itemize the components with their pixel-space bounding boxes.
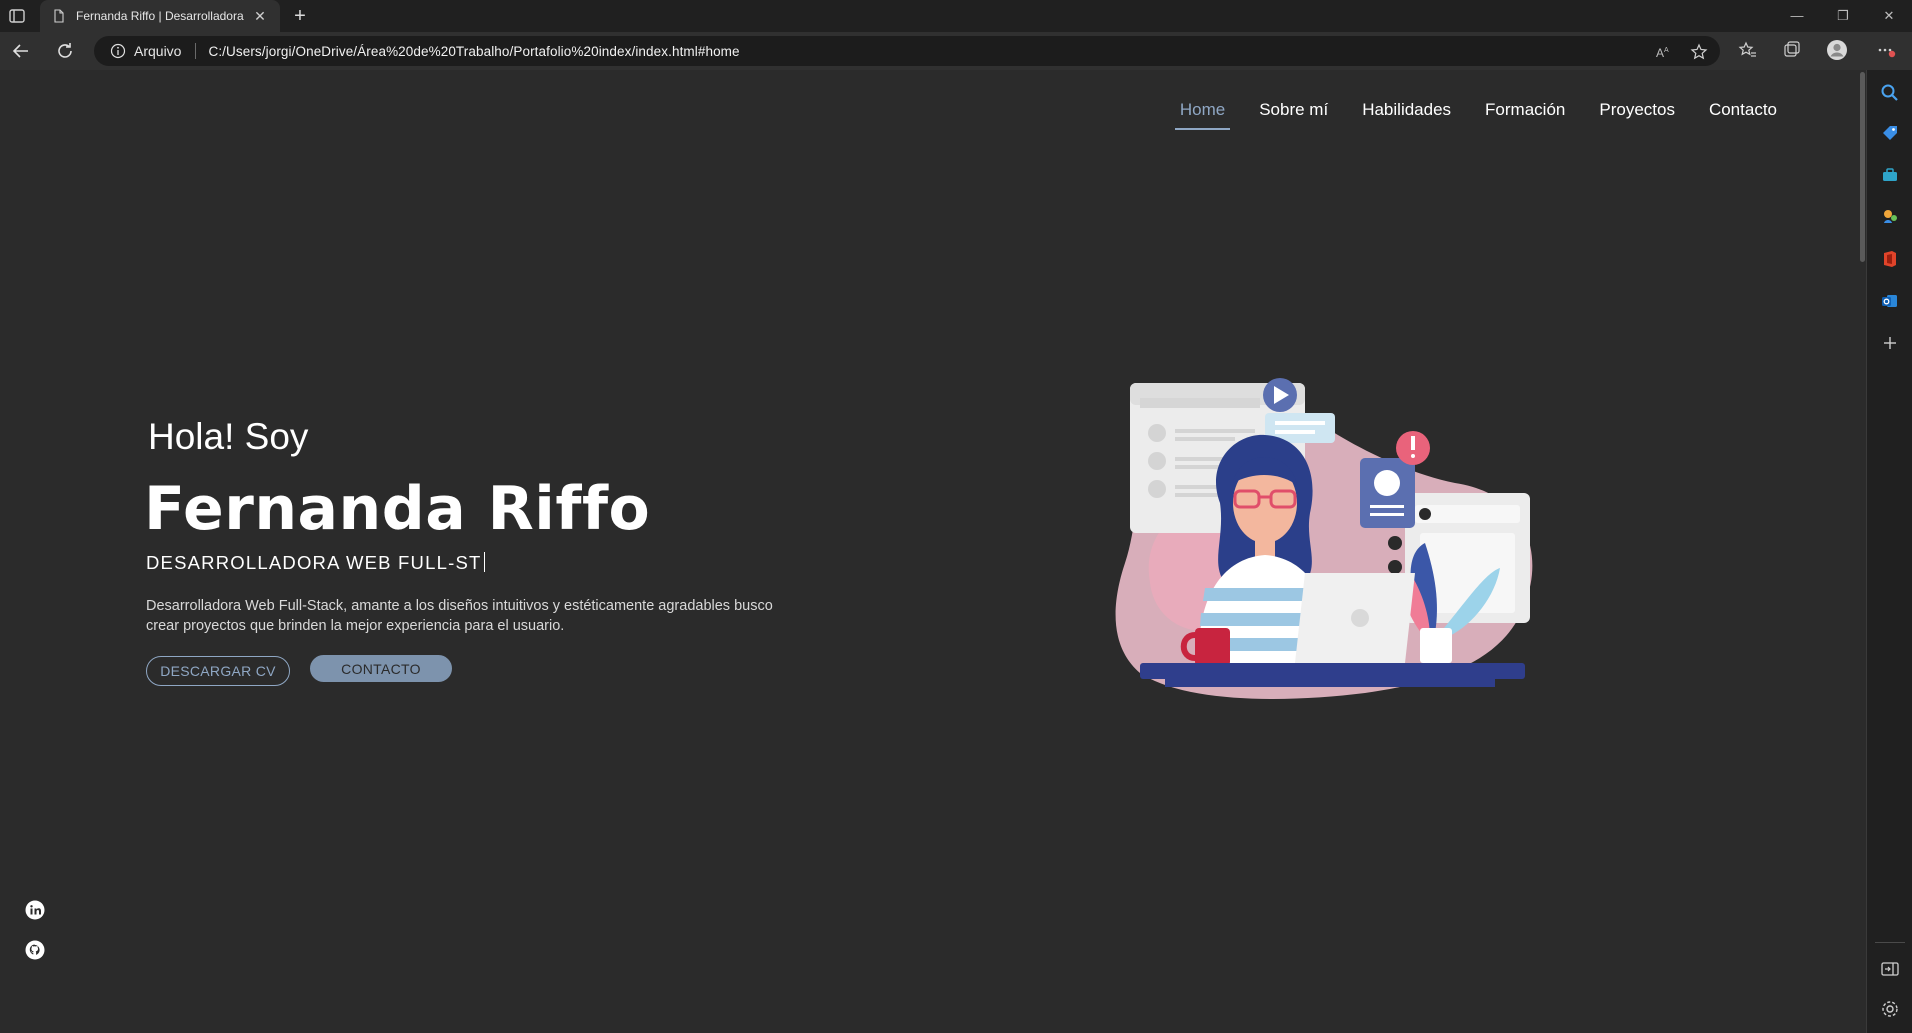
nav-contacto[interactable]: Contacto <box>1692 90 1794 130</box>
browser-sidebar <box>1866 70 1912 1033</box>
add-favorite-icon[interactable] <box>1690 43 1708 61</box>
collections-icon[interactable] <box>1782 40 1802 60</box>
divider <box>1875 942 1905 943</box>
nav-formacion[interactable]: Formación <box>1468 90 1582 130</box>
tools-icon[interactable] <box>1879 164 1901 186</box>
page-scrollbar[interactable] <box>1858 70 1866 1033</box>
outlook-icon[interactable] <box>1879 290 1901 312</box>
nav-sobre-mi[interactable]: Sobre mí <box>1242 90 1345 130</box>
more-options-icon[interactable] <box>1876 40 1896 60</box>
main-nav: Home Sobre mí Habilidades Formación Proy… <box>1163 90 1794 130</box>
scroll-thumb[interactable] <box>1860 72 1865 262</box>
window-close-button[interactable]: ✕ <box>1866 0 1912 32</box>
nav-home[interactable]: Home <box>1163 90 1242 130</box>
url-text[interactable]: C:/Users/jorgi/OneDrive/Área%20de%20Trab… <box>208 44 739 59</box>
hero-name: Fernanda Riffo <box>144 474 651 544</box>
settings-icon[interactable] <box>1879 998 1901 1020</box>
hero-description-line: Desarrolladora Web Full-Stack, amante a … <box>146 598 773 614</box>
contact-button[interactable]: CONTACTO <box>310 655 452 682</box>
address-bar[interactable]: Arquivo C:/Users/jorgi/OneDrive/Área%20d… <box>94 36 1720 66</box>
hero-role: DESARROLLADORA WEB FULL-ST <box>146 552 485 574</box>
add-icon[interactable] <box>1879 332 1901 354</box>
profile-avatar-icon[interactable] <box>1826 39 1848 61</box>
address-toolbar: Arquivo C:/Users/jorgi/OneDrive/Área%20d… <box>0 32 1912 70</box>
developer-illustration <box>1115 378 1533 699</box>
tab-bar: Fernanda Riffo | Desarrolladora Web ✕ + … <box>0 0 1912 32</box>
new-tab-button[interactable]: + <box>288 4 312 28</box>
linkedin-icon[interactable] <box>25 900 45 920</box>
back-icon[interactable] <box>10 40 32 62</box>
divider <box>195 43 197 59</box>
download-cv-button[interactable]: DESCARGAR CV <box>146 656 290 686</box>
nav-proyectos[interactable]: Proyectos <box>1582 90 1692 130</box>
svg-text:A: A <box>1664 47 1669 54</box>
tab-actions-icon[interactable] <box>8 7 26 25</box>
read-aloud-icon[interactable]: A A <box>1654 43 1672 61</box>
address-scheme-label: Arquivo <box>134 43 182 59</box>
shopping-tag-icon[interactable] <box>1879 122 1901 144</box>
hero-role-text: DESARROLLADORA WEB FULL-ST <box>146 552 482 573</box>
close-icon[interactable]: ✕ <box>252 8 268 25</box>
nav-habilidades[interactable]: Habilidades <box>1345 90 1468 130</box>
search-icon[interactable] <box>1879 82 1901 104</box>
browser-tab[interactable]: Fernanda Riffo | Desarrolladora Web ✕ <box>40 0 280 32</box>
hero-description: Desarrolladora Web Full-Stack, amante a … <box>146 596 846 636</box>
hero-description-line: crear proyectos que brinden la mejor exp… <box>146 618 565 634</box>
document-icon <box>54 9 64 23</box>
typing-caret <box>483 552 485 572</box>
favorites-icon[interactable] <box>1738 40 1758 60</box>
hero-greeting: Hola! Soy <box>148 416 309 457</box>
restore-button[interactable]: ❐ <box>1820 0 1866 32</box>
office-icon[interactable] <box>1879 248 1901 270</box>
info-icon[interactable] <box>110 43 126 59</box>
github-icon[interactable] <box>25 940 45 960</box>
tab-title: Fernanda Riffo | Desarrolladora Web <box>76 9 246 23</box>
minimize-button[interactable]: — <box>1774 0 1820 32</box>
svg-text:A: A <box>1656 46 1664 60</box>
games-icon[interactable] <box>1879 206 1901 228</box>
sidebar-toggle-icon[interactable] <box>1879 958 1901 980</box>
page-viewport: Home Sobre mí Habilidades Formación Proy… <box>0 70 1858 1033</box>
refresh-icon[interactable] <box>54 40 76 62</box>
